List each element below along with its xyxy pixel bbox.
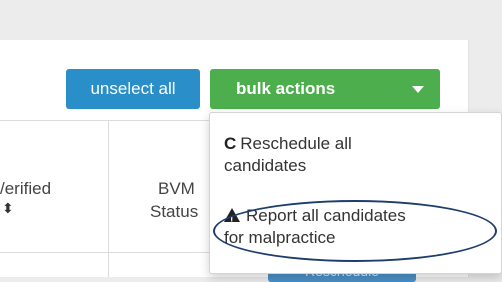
menu-item-reschedule-all[interactable]: C Reschedule all candidates [224,133,494,177]
header-bvm[interactable]: BVM [158,178,195,200]
menu-item-label-line2: candidates [224,156,307,175]
unselect-all-button[interactable]: unselect all [66,69,200,109]
bulk-actions-button[interactable]: bulk actions [210,69,440,109]
sort-icon[interactable]: ⬍ [2,200,14,217]
bulk-actions-label: bulk actions [236,79,336,98]
top-background [0,0,502,40]
header-status[interactable]: Status [150,201,198,223]
annotation-ellipse [213,200,497,262]
header-verified[interactable]: /erified [0,178,51,200]
menu-item-label: Reschedule all [240,134,352,153]
caret-down-icon [412,86,424,93]
refresh-icon: C [224,134,237,153]
column-divider [108,121,109,277]
